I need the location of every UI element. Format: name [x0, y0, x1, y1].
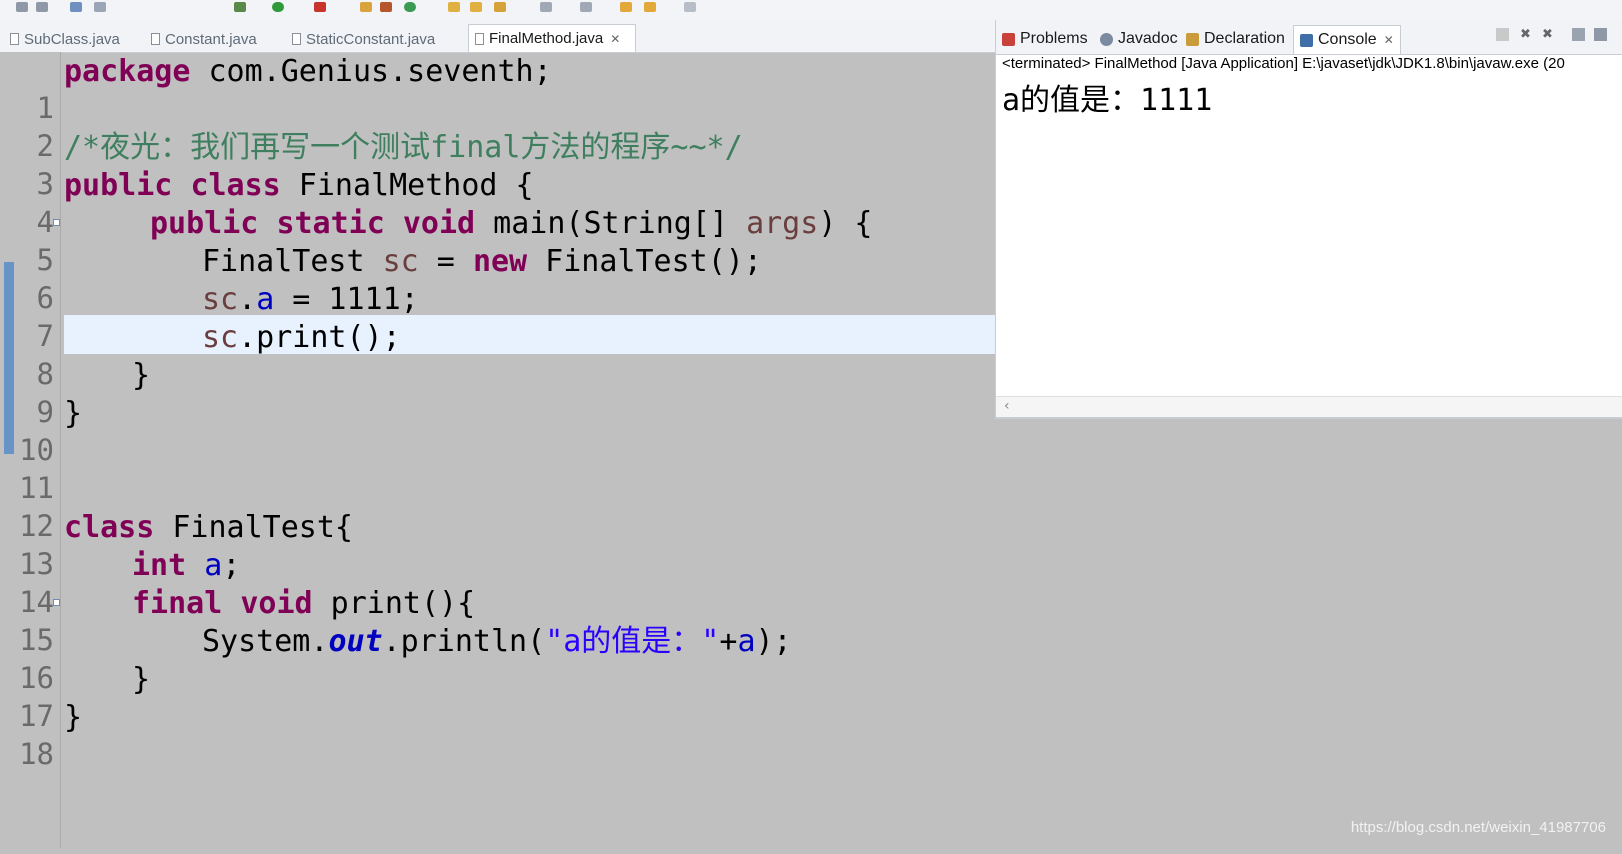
refresh-icon[interactable] — [404, 2, 416, 12]
code-line: 4 public class FinalMethod { — [0, 166, 995, 239]
code-line: 7 sc.a = 1111; — [0, 280, 995, 353]
code-text: FinalTest sc = new FinalTest(); — [202, 244, 762, 279]
folder-icon[interactable] — [448, 2, 460, 12]
code-text: } — [64, 396, 83, 431]
code-line: 5 public static void main(String[] args)… — [0, 204, 995, 277]
scroll-lock-icon[interactable] — [1594, 28, 1607, 41]
terminate-icon[interactable] — [1496, 28, 1509, 41]
java-file-icon — [10, 33, 19, 45]
tab-constant-java[interactable]: Constant.java — [145, 26, 279, 52]
tab-finalmethod-java[interactable]: FinalMethod.java ✕ — [468, 24, 636, 52]
code-text: final void print(){ — [132, 586, 476, 621]
tab-declaration[interactable]: Declaration — [1186, 25, 1285, 53]
tab-label: SubClass.java — [24, 30, 120, 48]
code-text: } — [64, 700, 83, 735]
back-history-icon[interactable] — [644, 2, 656, 12]
editor-tab-bar: SubClass.java Constant.java StaticConsta… — [0, 20, 995, 53]
watermark: https://blog.csdn.net/weixin_41987706 — [1350, 819, 1606, 836]
tab-javadoc[interactable]: Javadoc — [1100, 25, 1178, 53]
code-line: 3 /*夜光：我们再写一个测试final方法的程序~~*/ — [0, 128, 995, 201]
javadoc-icon — [1100, 32, 1113, 46]
stop-icon[interactable] — [314, 2, 326, 12]
java-file-icon — [292, 33, 301, 45]
code-line: 14 int a; — [0, 546, 995, 619]
annotation-icon[interactable] — [540, 2, 552, 12]
back-arrow-icon[interactable] — [620, 2, 632, 12]
console-view: Problems Javadoc Declaration Console ✕ ✖… — [995, 20, 1622, 419]
tab-subclass-java[interactable]: SubClass.java — [4, 26, 138, 52]
code-line: 17 } — [0, 660, 995, 733]
tab-staticconstant-java[interactable]: StaticConstant.java — [286, 26, 461, 52]
code-text: sc.a = 1111; — [202, 282, 419, 317]
save-all-icon[interactable] — [36, 2, 48, 12]
run-icon[interactable] — [272, 2, 284, 12]
tab-label: FinalMethod.java — [489, 30, 604, 47]
code-line: 2 — [0, 90, 995, 163]
forward-arrow-icon[interactable] — [684, 2, 696, 12]
code-line: 16 System.out.println("a的值是："+a); — [0, 622, 995, 695]
code-line: 11 — [0, 432, 995, 505]
tab-label: Console — [1318, 31, 1377, 48]
code-line: 6 FinalTest sc = new FinalTest(); — [0, 242, 995, 315]
open-type-icon[interactable] — [360, 2, 372, 12]
console-tab-bar: Problems Javadoc Declaration Console ✕ ✖… — [996, 20, 1622, 55]
console-status: <terminated> FinalMethod [Java Applicati… — [1002, 55, 1565, 72]
problems-icon — [1002, 32, 1015, 46]
remove-launch-icon[interactable]: ✖ — [1520, 28, 1533, 41]
code-text: public class FinalMethod { — [64, 168, 534, 203]
code-text: sc.print(); — [202, 320, 401, 355]
code-text: int a; — [132, 548, 241, 583]
code-line: 12 — [0, 470, 995, 543]
remove-all-icon[interactable]: ✖ — [1542, 28, 1555, 41]
line-number: 18 — [19, 737, 54, 771]
code-editor[interactable]: 1 package com.Genius.seventh; 2 3 /*夜光：我… — [0, 52, 995, 848]
code-line: 13 class FinalTest{ — [0, 508, 995, 581]
save-icon[interactable] — [16, 2, 28, 12]
wand-icon[interactable] — [494, 2, 506, 12]
code-text: public static void main(String[] args) { — [150, 206, 873, 241]
tab-label: Declaration — [1204, 30, 1285, 47]
code-text: } — [132, 358, 151, 393]
build-icon[interactable] — [380, 2, 392, 12]
code-text: System.out.println("a的值是："+a); — [202, 624, 792, 659]
code-comment: /*夜光：我们再写一个测试final方法的程序~~*/ — [64, 130, 743, 165]
console-output: a的值是：1111 — [1002, 83, 1213, 118]
code-line: 9 } — [0, 356, 995, 429]
java-file-icon — [475, 32, 484, 45]
close-icon[interactable]: ✕ — [610, 32, 620, 46]
code-line: 15 final void print(){ — [0, 584, 995, 657]
folder-open-icon[interactable] — [470, 2, 482, 12]
code-line: 1 package com.Genius.seventh; — [0, 52, 995, 125]
debug-icon[interactable] — [234, 2, 246, 12]
navigate-icon[interactable] — [580, 2, 592, 12]
horizontal-scrollbar[interactable]: ‹ — [996, 396, 1622, 417]
declaration-icon — [1186, 32, 1199, 46]
clear-console-icon[interactable] — [1572, 28, 1585, 41]
java-file-icon — [151, 33, 160, 45]
code-line: sc.print(); — [0, 318, 995, 357]
search-icon[interactable] — [70, 2, 82, 12]
close-icon[interactable]: ✕ — [1384, 33, 1394, 47]
tab-label: Constant.java — [165, 30, 257, 48]
code-text: package com.Genius.seventh; — [64, 54, 552, 89]
code-text: } — [132, 662, 151, 697]
fold-icon[interactable] — [53, 219, 60, 226]
tab-console[interactable]: Console ✕ — [1293, 25, 1401, 54]
tab-label: StaticConstant.java — [306, 30, 436, 48]
tab-label: Javadoc — [1118, 30, 1178, 47]
tab-label: Problems — [1020, 30, 1088, 47]
tab-problems[interactable]: Problems — [1002, 25, 1088, 53]
pin-icon[interactable] — [94, 2, 106, 12]
code-line: 10 } — [0, 394, 995, 467]
console-icon — [1300, 33, 1313, 47]
scroll-left-icon[interactable]: ‹ — [1004, 398, 1010, 414]
fold-icon[interactable] — [53, 599, 60, 606]
code-text: class FinalTest{ — [64, 510, 353, 545]
main-toolbar — [0, 0, 1622, 21]
code-line: 18 } — [0, 698, 995, 771]
